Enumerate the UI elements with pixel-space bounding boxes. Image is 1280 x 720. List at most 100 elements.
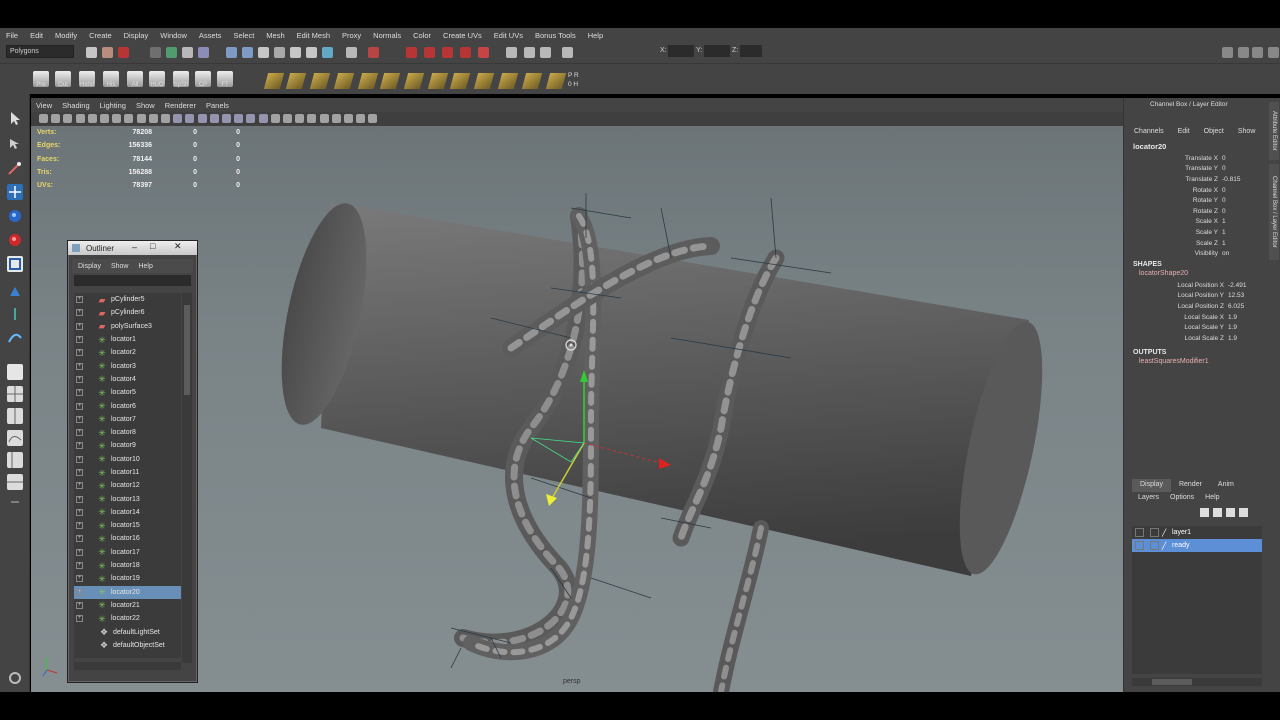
scale-tool-icon[interactable] [7,232,23,248]
soft-mod-icon[interactable] [7,284,23,300]
expand-icon[interactable]: + [76,482,83,490]
panel-toggle-icon[interactable] [1238,47,1249,58]
outliner-item[interactable]: + ✳ locator5 [74,386,181,399]
expand-icon[interactable]: + [76,375,83,383]
menu-edit-uvs[interactable]: Edit UVs [488,31,529,40]
status-tool-icon[interactable] [226,47,237,58]
expand-icon[interactable]: + [76,508,83,516]
outliner-item[interactable]: + ▰ polySurface3 [74,320,181,333]
poly-shelf-icon[interactable] [309,73,331,89]
attribute-value[interactable]: 0 [1222,208,1262,215]
outliner-item[interactable]: + ✳ locator7 [74,413,181,426]
panel-toggle-icon[interactable] [1268,47,1279,58]
layout-hypershade-icon[interactable] [7,474,23,490]
shape-attribute[interactable]: Local Scale X 1.9 [1124,312,1280,323]
status-tool-icon[interactable] [274,47,285,58]
menu-proxy[interactable]: Proxy [336,31,367,40]
outliner-item[interactable]: + ✳ locator21 [74,599,181,612]
status-tool-icon[interactable] [460,47,471,58]
layer-display-toggle[interactable] [1150,541,1159,550]
expand-icon[interactable]: + [76,469,83,476]
attribute-value[interactable]: 12.53 [1228,292,1244,299]
menu-create-uvs[interactable]: Create UVs [437,31,488,40]
outliner-vscrollbar[interactable] [182,293,192,663]
channel-attribute[interactable]: Visibility on [1124,248,1280,259]
layout-extra-icon[interactable] [7,494,23,510]
menu-window[interactable]: Window [154,31,193,40]
status-tool-icon[interactable] [478,47,489,58]
expand-icon[interactable]: + [76,575,83,583]
channel-menu-show[interactable]: Show [1228,128,1260,135]
menu-select[interactable]: Select [227,31,260,40]
outliner-item[interactable]: + ✳ locator13 [74,492,181,505]
attribute-value[interactable]: -2.491 [1228,282,1246,289]
menu-create[interactable]: Create [83,31,118,40]
outliner-item[interactable]: + ✳ locator11 [74,466,181,479]
outliner-item[interactable]: + ✳ locator12 [74,479,181,492]
attribute-value[interactable]: -0.815 [1222,176,1262,183]
poly-shelf-icon[interactable] [497,73,519,89]
poly-shelf-icon[interactable] [357,73,379,89]
layer-visibility-toggle[interactable] [1135,528,1144,537]
menu-file[interactable]: File [0,31,24,40]
expand-icon[interactable]: + [76,522,83,530]
status-tool-icon[interactable] [150,47,161,58]
menu-edit[interactable]: Edit [24,31,49,40]
outliner-item[interactable]: + ✳ locator8 [74,426,181,439]
attribute-value[interactable]: on [1222,250,1262,257]
status-tool-icon[interactable] [242,47,253,58]
attribute-value[interactable]: 1 [1222,229,1262,236]
attribute-value[interactable]: 1.9 [1228,314,1237,321]
poly-shelf-icon[interactable] [473,73,495,89]
new-layer-icon[interactable] [1226,508,1235,517]
channel-attribute[interactable]: Scale Y 1 [1124,227,1280,238]
poly-shelf-icon[interactable] [427,73,449,89]
expand-icon[interactable]: + [76,309,83,317]
outliner-item[interactable]: + ✳ locator4 [74,373,181,386]
channel-attribute[interactable]: Translate Z -0.815 [1124,174,1280,185]
poly-shelf-icon[interactable] [449,73,471,89]
poly-shelf-icon[interactable] [285,73,307,89]
shape-attribute[interactable]: Local Position Y 12.53 [1124,291,1280,302]
layer-menu-help[interactable]: Help [1199,494,1224,501]
expand-icon[interactable]: + [76,349,83,357]
expand-icon[interactable]: + [76,362,83,370]
channel-attribute[interactable]: Scale X 1 [1124,217,1280,228]
outliner-hscrollbar[interactable] [74,662,181,670]
poly-shelf-icon[interactable] [521,73,543,89]
poly-shelf-icon[interactable] [403,73,425,89]
outliner-item[interactable]: + ✳ locator2 [74,346,181,359]
expand-icon[interactable]: + [76,455,83,463]
menu-help[interactable]: Help [582,31,609,40]
outliner-titlebar[interactable]: Outliner – □ ✕ [68,241,197,255]
mode-select[interactable]: Polygons [6,45,74,58]
new-layer-selected-icon[interactable] [1239,508,1248,517]
outliner-item[interactable]: + ✳ locator16 [74,532,181,545]
expand-icon[interactable]: + [76,588,83,596]
channel-attribute[interactable]: Rotate Y 0 [1124,195,1280,206]
x-coord-field[interactable] [668,45,694,57]
output-node-name[interactable]: leastSquaresModifier1 [1124,358,1280,368]
layer-tab-render[interactable]: Render [1171,479,1210,492]
mel-script-icon[interactable] [7,670,23,686]
layer-tab-display[interactable]: Display [1132,479,1171,492]
panel-toggle-icon[interactable] [1222,47,1233,58]
channel-box-tab[interactable]: Channel Box / Layer Editor [1269,164,1279,260]
menu-display[interactable]: Display [118,31,155,40]
attribute-value[interactable]: 0 [1222,155,1262,162]
menu-bonus-tools[interactable]: Bonus Tools [529,31,582,40]
outliner-item[interactable]: + ✳ locator19 [74,572,181,585]
channel-attribute[interactable]: Translate X 0 [1124,153,1280,164]
expand-icon[interactable]: + [76,415,83,423]
expand-icon[interactable]: + [76,389,83,397]
attribute-value[interactable]: 6.025 [1228,303,1244,310]
outliner-filter-field[interactable] [74,275,191,286]
menu-color[interactable]: Color [407,31,437,40]
shape-attribute[interactable]: Local Scale Y 1.9 [1124,322,1280,333]
shape-attribute[interactable]: Local Scale Z 1.9 [1124,333,1280,344]
layer-row[interactable]: ╱ ready [1132,539,1262,552]
status-tool-icon[interactable] [442,47,453,58]
layer-hscrollbar[interactable] [1132,678,1262,686]
channel-attribute[interactable]: Rotate Z 0 [1124,206,1280,217]
shape-node-name[interactable]: locatorShape20 [1124,270,1280,280]
